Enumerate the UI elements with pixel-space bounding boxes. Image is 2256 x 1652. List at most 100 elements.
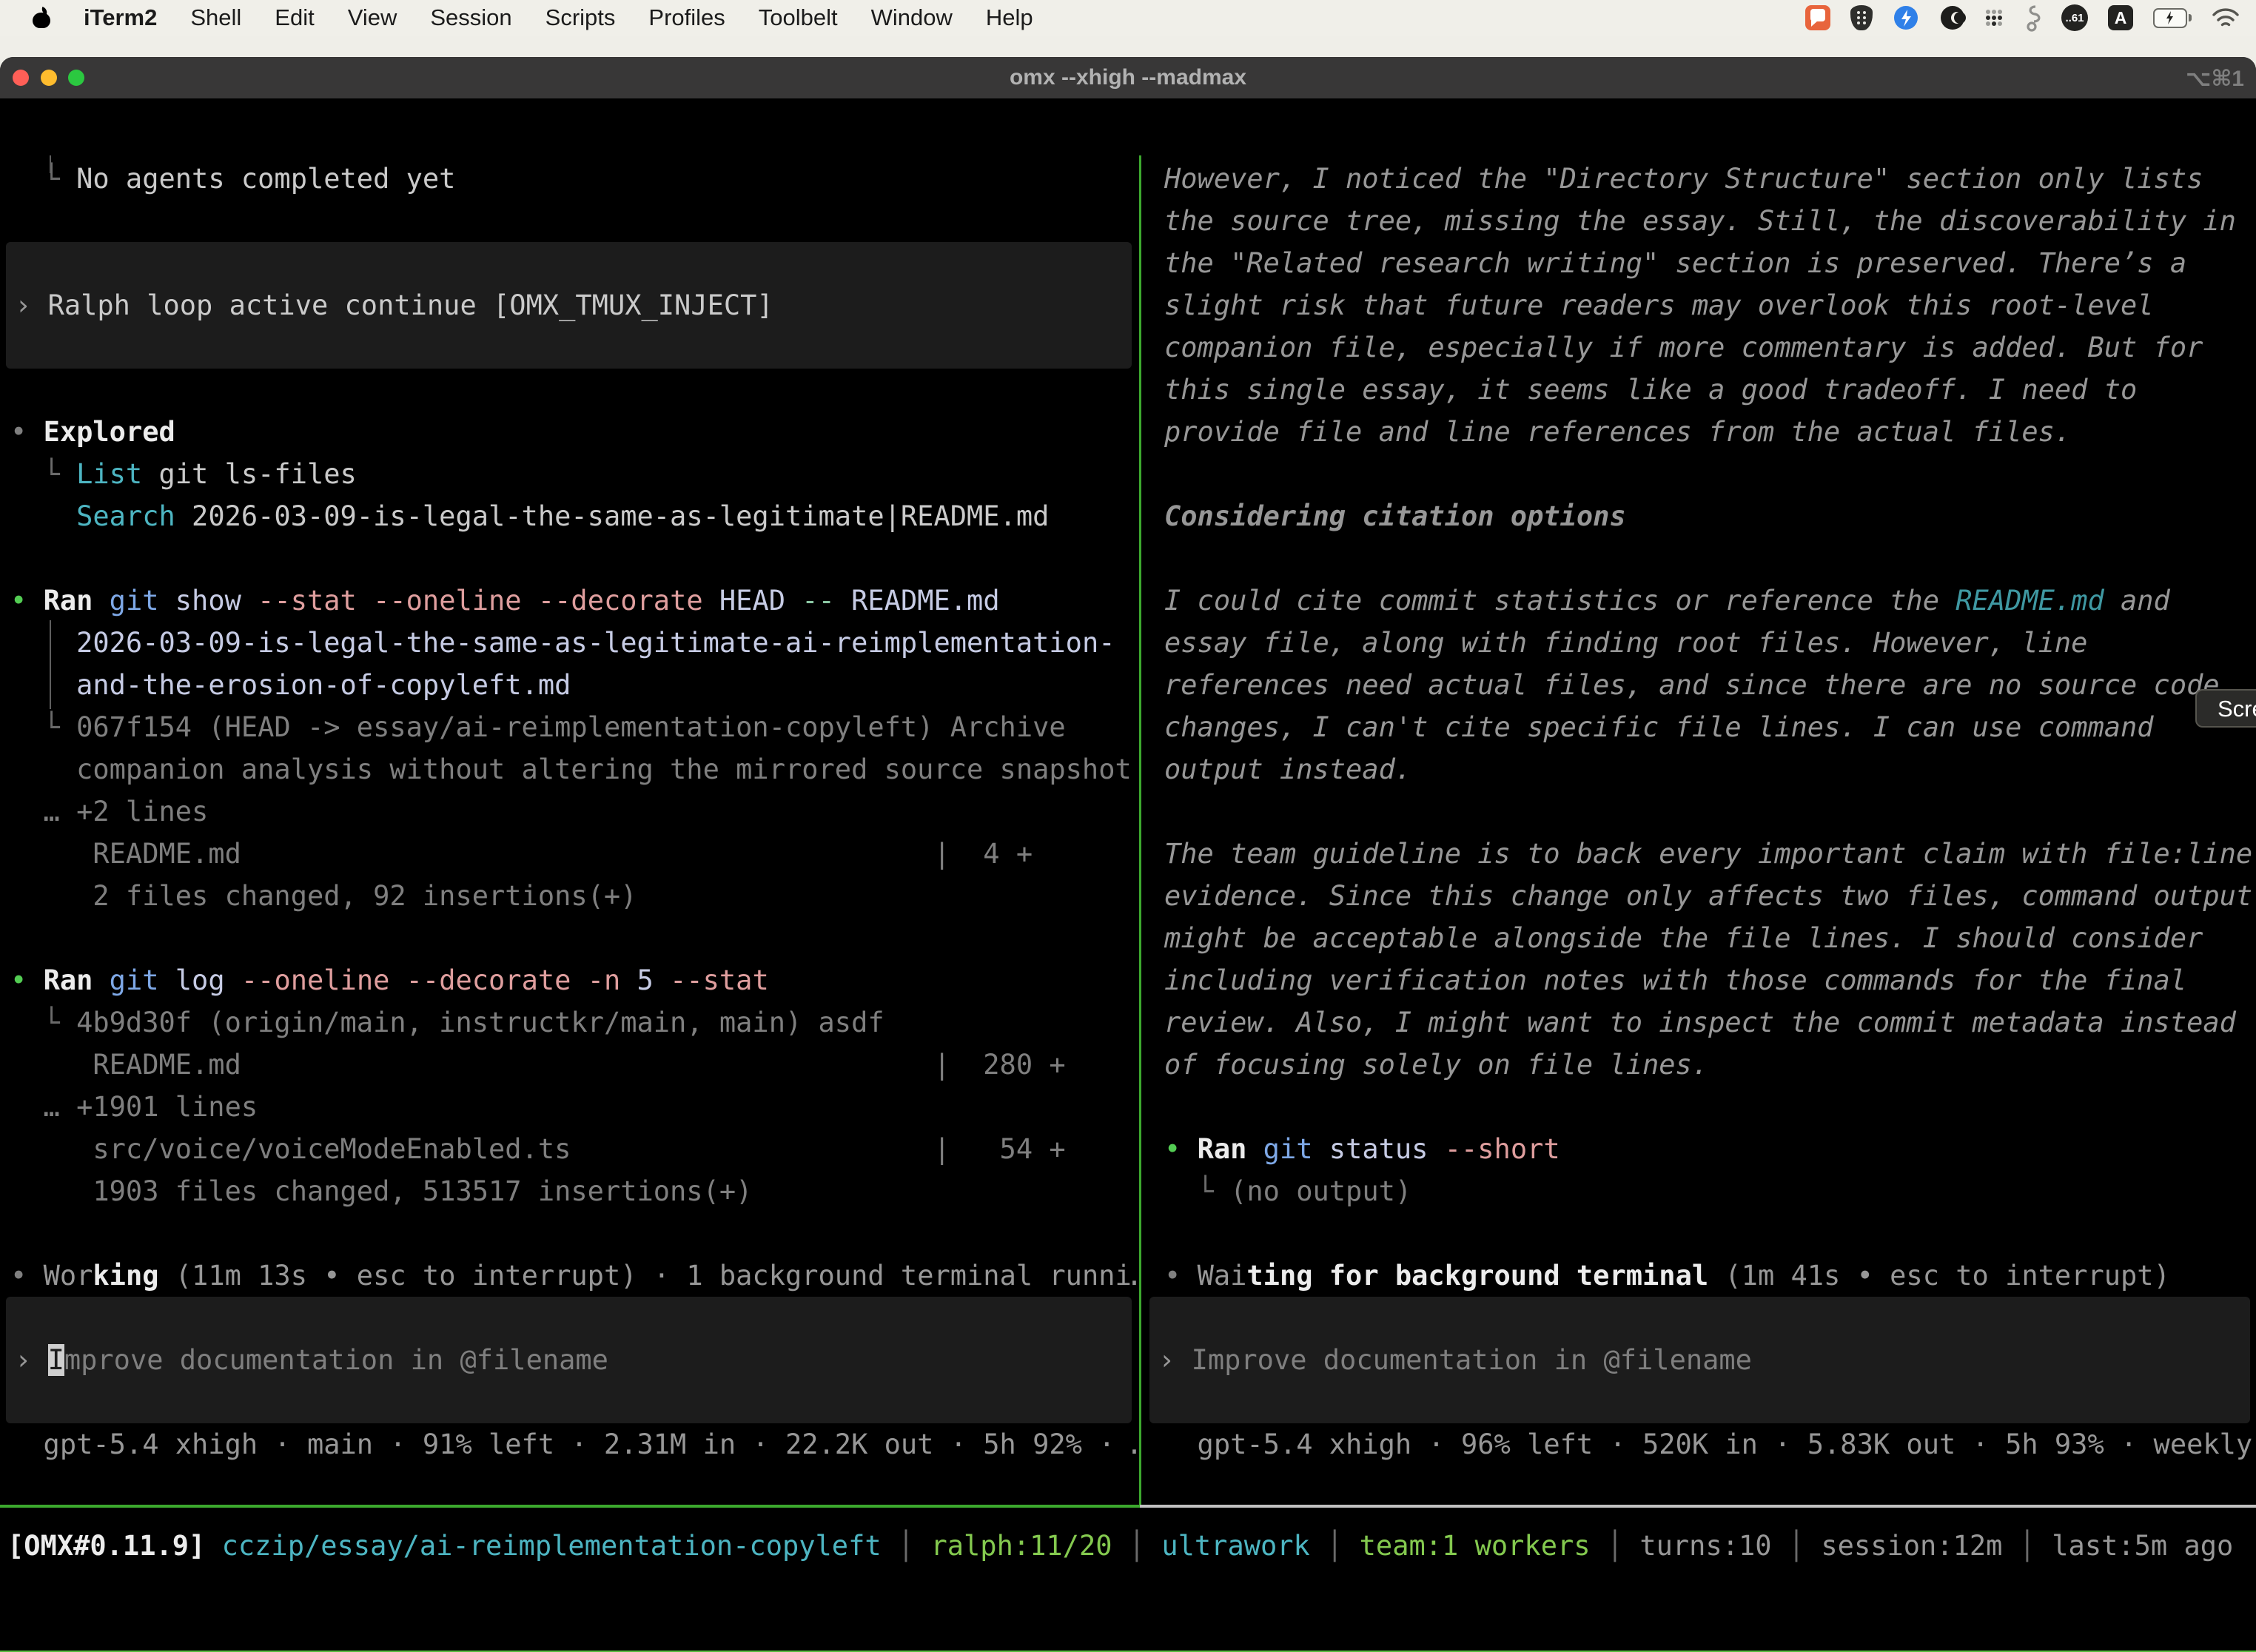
text-cursor: I: [48, 1344, 64, 1376]
terminal-line: However, I noticed the "Directory Struct…: [1144, 158, 2256, 200]
terminal-line: companion analysis without altering the …: [0, 748, 1138, 790]
battery-icon[interactable]: [2153, 8, 2192, 28]
terminal-line: README.md | 280 +: [0, 1044, 1138, 1086]
text-segment: Wor: [44, 1260, 93, 1292]
text-segment: No agents completed yet: [76, 163, 455, 195]
terminal-line: 2026-03-09-is-legal-the-same-as-legitima…: [0, 622, 1138, 664]
apple-icon: [33, 7, 50, 28]
chat-icon[interactable]: [1805, 5, 1830, 30]
text-segment: 2026-03-09-is-legal-the-same-as-legitima…: [175, 500, 1050, 532]
squiggle-icon[interactable]: [2022, 4, 2041, 32]
window-shortcut: ⌥⌘1: [2186, 66, 2244, 92]
prompt-input-text: mprove documentation in @filename: [64, 1344, 608, 1376]
text-segment: git ls-files: [142, 458, 357, 490]
text-segment: companion file, especially if more comme…: [1164, 332, 2203, 363]
menu-item-window[interactable]: Window: [871, 4, 953, 31]
text-segment: I could cite commit statistics or refere…: [1164, 585, 1955, 617]
text-segment: │: [1591, 1530, 1640, 1562]
zoom-button[interactable]: [68, 70, 84, 86]
text-segment: •: [10, 585, 44, 617]
prompt-input-text: Improve documentation in @filename: [1192, 1344, 1752, 1376]
text-segment: [10, 500, 76, 532]
input-source-icon[interactable]: A: [2108, 5, 2133, 30]
menu-item-help[interactable]: Help: [986, 4, 1033, 31]
prompt-input-text: Ralph loop active continue [OMX_TMUX_INJ…: [48, 289, 773, 321]
terminal-line: provide file and line references from th…: [1144, 411, 2256, 453]
text-segment: Ran: [1198, 1133, 1263, 1165]
window-title: omx --xhigh --madmax: [1010, 65, 1246, 90]
menu-item-session[interactable]: Session: [430, 4, 511, 31]
dots-grid-icon[interactable]: [1986, 10, 2002, 26]
text-segment: provide file and line references from th…: [1164, 416, 2071, 448]
menu-items: iTerm2 Shell Edit View Session Scripts Profile…: [84, 4, 1033, 31]
terminal-line: this single essay, it seems like a good …: [1144, 369, 2256, 411]
blank-line: [0, 1212, 1138, 1255]
apple-menu[interactable]: [33, 7, 50, 28]
text-segment: src/voice/voiceModeEnabled.ts | 54 +: [10, 1133, 1066, 1165]
menu-item-view[interactable]: View: [348, 4, 397, 31]
text-segment: Considering citation options: [1164, 500, 1626, 532]
tree-guide: [50, 155, 51, 173]
text-segment: git: [1263, 1133, 1329, 1165]
text-segment: README.md | 4 +: [10, 838, 1033, 870]
text-segment: git: [110, 585, 175, 617]
text-segment: │: [1772, 1530, 1822, 1562]
terminal-line: slight risk that future readers may over…: [1144, 284, 2256, 326]
terminal-line: gpt-5.4 xhigh · main · 91% left · 2.31M …: [0, 1423, 1138, 1465]
text-segment: last:5m ago: [2052, 1530, 2233, 1562]
text-segment: •: [10, 416, 44, 448]
close-button[interactable]: [13, 70, 29, 86]
terminal-line: … +2 lines: [0, 790, 1138, 833]
text-segment: └: [10, 458, 76, 490]
menu-item-iterm2[interactable]: iTerm2: [84, 4, 157, 31]
right-terminal-pane[interactable]: However, I noticed the "Directory Struct…: [1144, 155, 2256, 1505]
text-segment: companion analysis without altering the …: [10, 753, 1132, 785]
text-segment: (no output): [1230, 1175, 1411, 1207]
blank-line: [0, 200, 1138, 242]
blank-line: [0, 537, 1138, 580]
battery-percent-icon[interactable]: ..61: [2061, 4, 2088, 31]
menu-item-shell[interactable]: Shell: [190, 4, 241, 31]
status-divider-left: [0, 1505, 1140, 1508]
text-segment: the source tree, missing the essay. Stil…: [1164, 205, 2236, 237]
prompt-input[interactable]: › Ralph loop active continue [OMX_TMUX_I…: [6, 242, 1132, 369]
blank-line: [0, 917, 1138, 959]
text-segment: of focusing solely on file lines.: [1164, 1049, 1708, 1081]
text-segment: evidence. Since this change only affects…: [1164, 880, 2252, 912]
minimize-button[interactable]: [41, 70, 57, 86]
text-segment: •: [10, 1260, 44, 1292]
left-terminal-pane[interactable]: └ No agents completed yet › Ralph loop ac…: [0, 155, 1138, 1505]
wifi-icon[interactable]: [2212, 7, 2240, 29]
menu-item-scripts[interactable]: Scripts: [545, 4, 616, 31]
text-segment: --oneline --decorate: [241, 964, 588, 996]
crescent-icon[interactable]: [1939, 4, 1966, 31]
screen-overlay-badge[interactable]: Scre: [2195, 689, 2256, 728]
blank-line: [1144, 790, 2256, 833]
bolt-badge-icon[interactable]: [1893, 4, 1919, 31]
title-bar: omx --xhigh --madmax ⌥⌘1: [0, 57, 2256, 98]
text-segment: Explored: [44, 416, 175, 448]
prompt-chevron-icon: ›: [15, 1344, 48, 1376]
text-segment: Ran: [44, 964, 110, 996]
menu-item-edit[interactable]: Edit: [275, 4, 314, 31]
terminal-line: └ 4b9d30f (origin/main, instructkr/main,…: [0, 1001, 1138, 1044]
tree-guide: [50, 620, 51, 709]
text-segment: slight risk that future readers may over…: [1164, 289, 2154, 321]
text-segment: 5: [637, 964, 671, 996]
text-segment: king: [93, 1260, 158, 1292]
prompt-input[interactable]: › Improve documentation in @filename: [6, 1297, 1132, 1423]
text-segment: The team guideline is to back every impo…: [1164, 838, 2252, 870]
screen: { "menu_bar": { "items": ["iTerm2", "She…: [0, 0, 2256, 1652]
text-segment: git: [110, 964, 175, 996]
menu-item-profiles[interactable]: Profiles: [648, 4, 725, 31]
menu-item-toolbelt[interactable]: Toolbelt: [759, 4, 838, 31]
text-segment: README.md | 280 +: [10, 1049, 1066, 1081]
pane-divider[interactable]: [1139, 155, 1141, 1505]
shield-icon[interactable]: [1850, 5, 1873, 30]
text-segment: HEAD: [719, 585, 802, 617]
text-segment: output instead.: [1164, 753, 1411, 785]
terminal-line: … +1901 lines: [0, 1086, 1138, 1128]
terminal-line: gpt-5.4 xhigh · 96% left · 520K in · 5.8…: [1144, 1423, 2256, 1465]
text-segment: [OMX#0.11.9]: [7, 1530, 205, 1562]
prompt-input[interactable]: › Improve documentation in @filename: [1149, 1297, 2250, 1423]
